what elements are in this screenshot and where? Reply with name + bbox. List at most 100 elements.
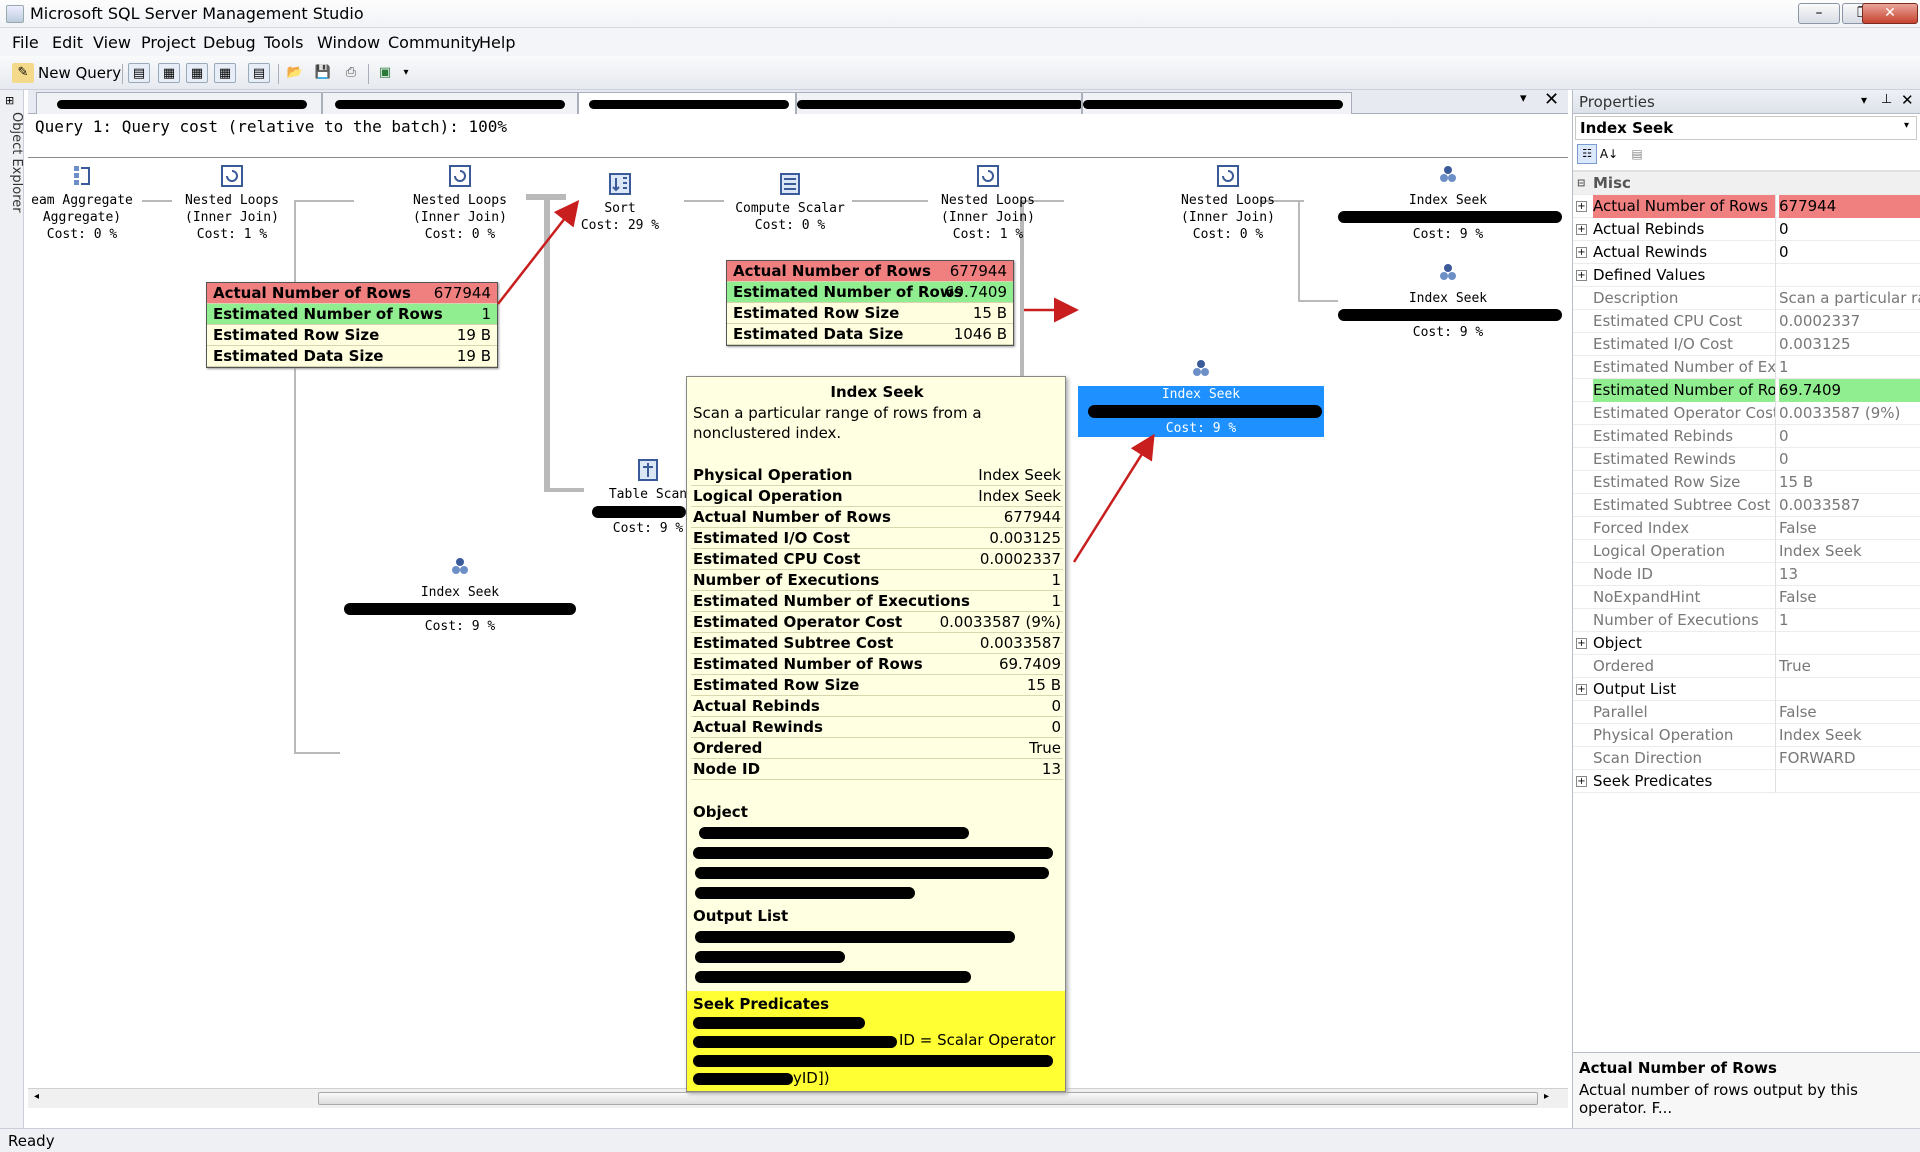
close-button[interactable]: ✕ bbox=[1862, 3, 1918, 24]
menu-view[interactable]: View bbox=[93, 33, 131, 52]
property-row[interactable]: Estimated Operator Cost 0.0033587 (9%) bbox=[1573, 402, 1920, 425]
doc-tab-3[interactable] bbox=[796, 92, 1082, 114]
menu-edit[interactable]: Edit bbox=[52, 33, 83, 52]
expand-icon[interactable]: + bbox=[1576, 201, 1587, 212]
expand-icon[interactable]: + bbox=[1576, 638, 1587, 649]
close-panel-icon[interactable]: ✕ bbox=[1901, 91, 1914, 109]
save-icon[interactable]: 💾 bbox=[312, 63, 334, 83]
column-divider bbox=[1775, 264, 1776, 287]
property-row[interactable]: + Object bbox=[1573, 632, 1920, 655]
menu-community[interactable]: Community bbox=[388, 33, 481, 52]
doc-tab-4[interactable] bbox=[1082, 92, 1352, 114]
expand-icon[interactable]: + bbox=[1576, 247, 1587, 258]
property-row[interactable]: + Defined Values bbox=[1573, 264, 1920, 287]
tooltip-row: Logical Operation Index Seek bbox=[691, 487, 1063, 507]
window-title: Microsoft SQL Server Management Studio bbox=[30, 4, 364, 23]
property-row[interactable]: Scan Direction FORWARD bbox=[1573, 747, 1920, 770]
menu-file[interactable]: File bbox=[12, 33, 39, 52]
property-key: Object bbox=[1593, 634, 1642, 652]
property-row[interactable]: Parallel False bbox=[1573, 701, 1920, 724]
column-divider bbox=[1775, 333, 1776, 356]
collapse-icon[interactable]: ⊟ bbox=[1577, 172, 1585, 195]
print-icon[interactable]: ⎙ bbox=[340, 63, 362, 83]
redacted-object bbox=[693, 847, 1053, 859]
property-row[interactable]: Estimated Subtree Cost 0.0033587 bbox=[1573, 494, 1920, 517]
property-row[interactable]: Estimated I/O Cost 0.003125 bbox=[1573, 333, 1920, 356]
column-divider bbox=[1775, 310, 1776, 333]
property-row[interactable]: NoExpandHint False bbox=[1573, 586, 1920, 609]
xml-query-icon[interactable]: ▦ bbox=[214, 63, 236, 83]
property-value: 69.7409 bbox=[1779, 379, 1920, 402]
property-key: Estimated Operator Cost bbox=[1593, 404, 1775, 422]
toolbar-overflow-icon[interactable]: ▾ bbox=[400, 63, 412, 83]
scroll-left-icon[interactable]: ◂ bbox=[34, 1091, 39, 1102]
db-query-icon[interactable]: ▦ bbox=[158, 63, 180, 83]
doc-tab-2[interactable] bbox=[322, 92, 578, 114]
minimize-button[interactable]: – bbox=[1798, 3, 1840, 24]
property-row[interactable]: Node ID 13 bbox=[1573, 563, 1920, 586]
analysis-query-icon[interactable]: ▦ bbox=[186, 63, 208, 83]
new-query-button[interactable]: New Query bbox=[38, 64, 121, 82]
category-misc[interactable]: ⊟ Misc bbox=[1573, 172, 1920, 195]
property-key: Actual Rewinds bbox=[1593, 243, 1708, 261]
property-row[interactable]: Estimated Row Size 15 B bbox=[1573, 471, 1920, 494]
expand-icon[interactable]: + bbox=[1576, 776, 1587, 787]
property-row[interactable]: Description Scan a particular range bbox=[1573, 287, 1920, 310]
property-row[interactable]: Estimated CPU Cost 0.0002337 bbox=[1573, 310, 1920, 333]
property-value: 0 bbox=[1779, 243, 1789, 261]
open-folder-icon[interactable]: 📂 bbox=[284, 63, 306, 83]
categorized-icon[interactable]: ☷ bbox=[1577, 144, 1597, 164]
property-key: Description bbox=[1593, 289, 1679, 307]
property-row[interactable]: Physical Operation Index Seek bbox=[1573, 724, 1920, 747]
property-row[interactable]: Estimated Number of Execu1 bbox=[1573, 356, 1920, 379]
property-row[interactable]: Number of Executions 1 bbox=[1573, 609, 1920, 632]
column-divider bbox=[1775, 632, 1776, 655]
property-key: Logical Operation bbox=[1593, 542, 1725, 560]
menu-window[interactable]: Window bbox=[317, 33, 380, 52]
tooltip-row: Estimated Operator Cost 0.0033587 (9%) bbox=[691, 613, 1063, 633]
property-row[interactable]: + Seek Predicates bbox=[1573, 770, 1920, 793]
pin-icon[interactable]: ⊥ bbox=[1881, 92, 1892, 107]
activity-monitor-icon[interactable]: ▣ bbox=[374, 63, 396, 83]
tab-dropdown-icon[interactable]: ▾ bbox=[1520, 91, 1527, 106]
column-divider bbox=[1775, 356, 1776, 379]
scroll-right-icon[interactable]: ▸ bbox=[1544, 1091, 1549, 1102]
redacted-object bbox=[695, 887, 915, 899]
property-value: Index Seek bbox=[1779, 726, 1862, 744]
property-key: Estimated Number of Execu bbox=[1593, 358, 1775, 376]
close-tab-icon[interactable]: ✕ bbox=[1544, 89, 1559, 110]
object-selector[interactable]: Index Seek ▾ bbox=[1575, 116, 1917, 140]
menu-help[interactable]: Help bbox=[479, 33, 515, 52]
property-row[interactable]: Logical Operation Index Seek bbox=[1573, 540, 1920, 563]
expand-icon[interactable]: + bbox=[1576, 270, 1587, 281]
scroll-thumb[interactable] bbox=[318, 1092, 1538, 1105]
doc-tab-1[interactable] bbox=[36, 92, 322, 114]
property-row[interactable]: Estimated Rebinds 0 bbox=[1573, 425, 1920, 448]
property-row[interactable]: Estimated Number of Rows69.7409 bbox=[1573, 379, 1920, 402]
property-row[interactable]: + Actual Rebinds 0 bbox=[1573, 218, 1920, 241]
menu-project[interactable]: Project bbox=[141, 33, 196, 52]
property-pages-icon[interactable]: ▤ bbox=[1627, 144, 1647, 164]
redacted-predicate bbox=[693, 1017, 865, 1029]
property-value: False bbox=[1779, 519, 1817, 537]
menu-tools[interactable]: Tools bbox=[264, 33, 303, 52]
panel-dropdown-icon[interactable]: ▾ bbox=[1861, 93, 1867, 107]
menu-debug[interactable]: Debug bbox=[203, 33, 256, 52]
property-row[interactable]: Ordered True bbox=[1573, 655, 1920, 678]
property-key: Number of Executions bbox=[1593, 611, 1759, 629]
chevron-down-icon[interactable]: ▾ bbox=[1904, 120, 1909, 131]
object-explorer-rail[interactable]: ⊞ Object Explorer bbox=[0, 90, 24, 1128]
doc-tab-active[interactable] bbox=[578, 92, 796, 114]
property-row[interactable]: Estimated Rewinds 0 bbox=[1573, 448, 1920, 471]
property-row[interactable]: + Actual Rewinds 0 bbox=[1573, 241, 1920, 264]
expand-icon[interactable]: + bbox=[1576, 684, 1587, 695]
property-row[interactable]: Forced Index False bbox=[1573, 517, 1920, 540]
new-file-icon[interactable]: ▤ bbox=[128, 63, 150, 83]
property-row[interactable]: + Actual Number of Rows 677944 bbox=[1573, 195, 1920, 218]
tooltip-row: Estimated CPU Cost 0.0002337 bbox=[691, 550, 1063, 570]
expand-icon[interactable]: + bbox=[1576, 224, 1587, 235]
alphabetical-icon[interactable]: A↓ bbox=[1599, 144, 1619, 164]
property-row[interactable]: + Output List bbox=[1573, 678, 1920, 701]
tooltip-object-label: Object bbox=[693, 803, 748, 821]
file-icon[interactable]: ▤ bbox=[248, 63, 270, 83]
